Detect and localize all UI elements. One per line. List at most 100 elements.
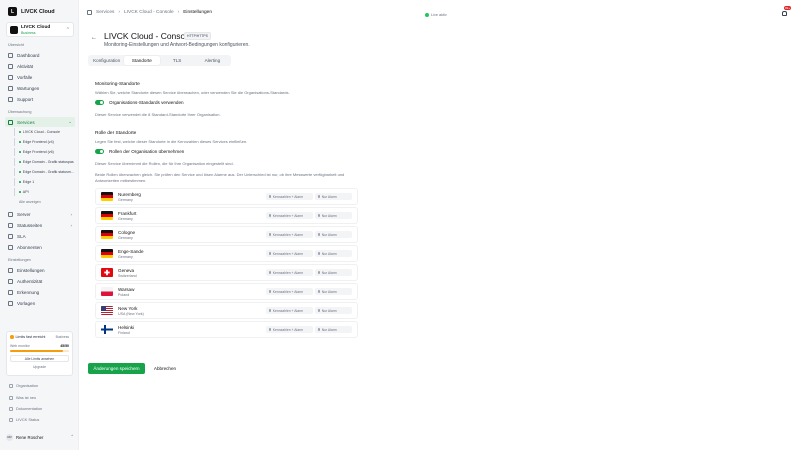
link-status[interactable]: LIVCK Status — [9, 417, 39, 422]
upgrade-button[interactable]: Upgrade — [10, 363, 69, 370]
nav-settings[interactable]: Einstellungen — [5, 265, 75, 275]
building-icon — [9, 383, 13, 388]
location-name: Cologne — [118, 229, 136, 235]
nav-templates[interactable]: Vorlagen — [5, 298, 75, 308]
org-switcher[interactable]: LIVCK Cloud Business ⌃ — [6, 22, 74, 37]
tab-tls[interactable]: TLS — [160, 56, 195, 65]
nav-dashboard[interactable]: Dashboard — [5, 50, 75, 60]
location-row: Warsaw Poland Kennzahlen + Alarm Nur Alarm — [95, 283, 358, 300]
live-indicator: Live aktiv — [425, 13, 447, 17]
sparkle-icon — [9, 395, 13, 400]
usage-progress-fill — [10, 349, 64, 352]
location-row: Nuremberg Germany Kennzahlen + Alarm Nur Al… — [95, 188, 358, 205]
live-dot-icon — [425, 13, 429, 17]
toggle-row-org-defaults: Organisations-Standards verwenden — [95, 100, 184, 105]
section-desc-roles: Legen Sie fest, welche dieser Standorte … — [95, 139, 248, 144]
nav-authenticity[interactable]: Authentizität — [5, 276, 75, 286]
tab-configuration[interactable]: Konfiguration — [89, 56, 124, 65]
cancel-button[interactable]: Abbrechen — [148, 363, 182, 374]
role-primary-option[interactable]: Kennzahlen + Alarm — [266, 288, 313, 295]
nav-service-child[interactable]: LIVCK Cloud - Console — [14, 128, 74, 136]
org-defaults-toggle[interactable] — [95, 100, 104, 105]
location-country: Germany — [118, 197, 133, 202]
nav-service-child[interactable]: Edge Frontend (v4) — [14, 138, 74, 146]
nav-maintenance[interactable]: Wartungen — [5, 83, 75, 93]
nav-service-child[interactable]: Edge Domain - Grafik statusm... — [14, 168, 74, 176]
status-dot-icon — [19, 131, 21, 133]
save-button[interactable]: Änderungen speichern — [88, 363, 145, 374]
location-name: Helsinki — [118, 324, 135, 330]
role-alert-only-option[interactable]: Nur Alarm — [315, 250, 352, 257]
topbar: Services › LIVCK Cloud - Console › Einst… — [79, 0, 800, 24]
role-primary-option[interactable]: Kennzahlen + Alarm — [266, 193, 313, 200]
role-alert-only-option[interactable]: Nur Alarm — [315, 288, 352, 295]
nav-service-child[interactable]: Edge Domain - Grafik statuspas — [14, 158, 74, 166]
crumb-service[interactable]: LIVCK Cloud - Console — [124, 10, 174, 15]
nav-activity[interactable]: Aktivität — [5, 61, 75, 71]
nav-support[interactable]: Support — [5, 94, 75, 104]
notifications-button[interactable]: 99+ — [782, 6, 792, 16]
usage-count: 45/50 — [60, 344, 69, 348]
back-arrow-icon[interactable]: ← — [91, 35, 97, 41]
user-menu[interactable]: RR Rene Roscher ⌃ — [6, 432, 74, 442]
section-title-locations: Monitoring-Standorte — [95, 82, 140, 87]
location-country: Germany — [118, 254, 133, 259]
nav-service-child[interactable]: Edge 1 — [14, 178, 74, 186]
brand[interactable]: L LIVCK Cloud — [8, 7, 55, 16]
location-name: Enge-Sande — [118, 248, 144, 254]
radio-icon — [318, 195, 321, 198]
role-primary-option[interactable]: Kennzahlen + Alarm — [266, 212, 313, 219]
nav-subscribers[interactable]: Abonnenten — [5, 242, 75, 252]
location-row: Frankfurt Germany Kennzahlen + Alarm Nur Al… — [95, 207, 358, 224]
user-name: Rene Roscher — [16, 434, 44, 440]
tab-alerting[interactable]: Alerting — [195, 56, 230, 65]
role-alert-only-option[interactable]: Nur Alarm — [315, 231, 352, 238]
globe-icon — [8, 222, 13, 228]
role-alert-only-option[interactable]: Nur Alarm — [315, 307, 352, 314]
radio-icon — [318, 309, 321, 312]
crumb-services[interactable]: Services — [96, 10, 114, 15]
nav-section-overview: Übersicht — [8, 43, 25, 47]
role-primary-option[interactable]: Kennzahlen + Alarm — [266, 269, 313, 276]
location-country: USA (New York) — [118, 311, 144, 316]
nav-services[interactable]: Services ⌄ — [5, 117, 75, 127]
tab-locations[interactable]: Standorte — [124, 56, 160, 65]
nav-services-more[interactable]: Alle anzeigen — [14, 198, 74, 206]
role-primary-option[interactable]: Kennzahlen + Alarm — [266, 231, 313, 238]
role-primary-option[interactable]: Kennzahlen + Alarm — [266, 250, 313, 257]
role-alert-only-option[interactable]: Nur Alarm — [315, 326, 352, 333]
nav-branding[interactable]: Erkennung — [5, 287, 75, 297]
role-primary-option[interactable]: Kennzahlen + Alarm — [266, 326, 313, 333]
nav-service-child[interactable]: API — [14, 188, 74, 196]
radio-icon — [269, 195, 272, 198]
status-dot-icon — [19, 181, 21, 183]
role-alert-only-option[interactable]: Nur Alarm — [315, 212, 352, 219]
nav-service-child[interactable]: Edge Frontend (v6) — [14, 148, 74, 156]
nav-servers[interactable]: Server › — [5, 209, 75, 219]
view-limits-button[interactable]: Alle Limits ansehen — [10, 355, 69, 362]
gear-icon — [8, 267, 13, 273]
roles-info: Dieser Service übernimmt die Rollen, die… — [95, 161, 234, 166]
org-roles-toggle[interactable] — [95, 149, 104, 154]
link-organisation[interactable]: Organisation — [9, 383, 38, 388]
link-whats-new[interactable]: Was ist neu — [9, 395, 36, 400]
role-alert-only-option[interactable]: Nur Alarm — [315, 193, 352, 200]
radio-icon — [269, 271, 272, 274]
section-title-roles: Rolle der Standorte — [95, 131, 137, 136]
nav-sla[interactable]: SLA — [5, 231, 75, 241]
notification-badge: 99+ — [784, 6, 792, 10]
nav-status-pages[interactable]: Statusseiten › — [5, 220, 75, 230]
location-row: Helsinki Finland Kennzahlen + Alarm Nur Ala… — [95, 321, 358, 338]
link-docs[interactable]: Dokumentation — [9, 406, 42, 411]
flag-ch-icon — [101, 268, 113, 277]
location-row: Geneva Switzerland Kennzahlen + Alarm Nur A… — [95, 264, 358, 281]
nav-incidents[interactable]: Vorfälle — [5, 72, 75, 82]
sidebar-toggle-icon[interactable] — [87, 10, 92, 15]
role-alert-only-option[interactable]: Nur Alarm — [315, 269, 352, 276]
sla-icon — [8, 233, 13, 239]
radio-icon — [269, 252, 272, 255]
status-dot-icon — [19, 171, 21, 173]
role-primary-option[interactable]: Kennzahlen + Alarm — [266, 307, 313, 314]
server-icon — [8, 211, 13, 217]
radio-icon — [269, 328, 272, 331]
